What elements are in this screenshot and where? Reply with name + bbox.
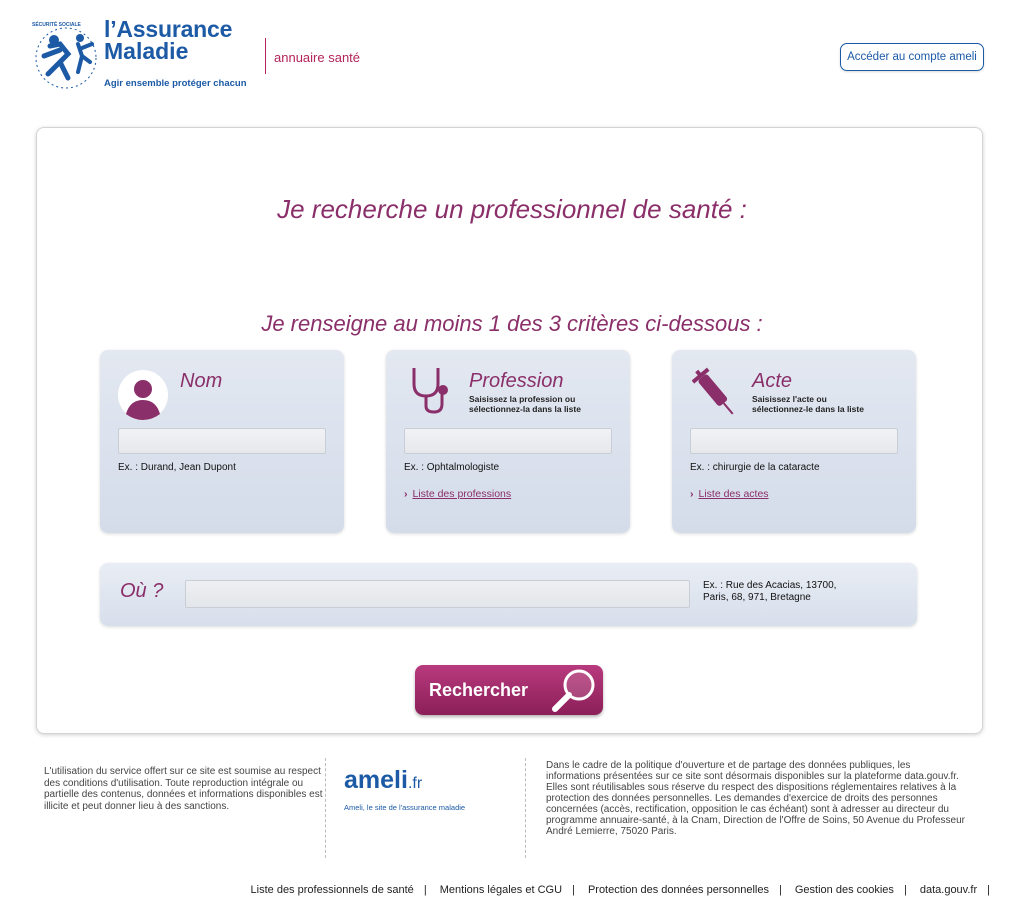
criterion-nom-title: Nom [180,370,223,392]
footer-legal-text: L'utilisation du service offert sur ce s… [44,766,323,812]
professions-list-link-label: Liste des professions [412,488,512,500]
page-title: Je recherche un professionnel de santé : [277,194,747,224]
footer-links: Liste des professionnels de santé | Menti… [0,884,1000,896]
profession-hint-line-1: Saisissez la profession ou [469,394,576,404]
professions-list-link[interactable]: › Liste des professions [404,488,511,500]
profession-input[interactable] [404,428,612,454]
criterion-profession: Profession Saisissez la profession ou sé… [386,350,630,533]
ameli-tagline: Ameli, le site de l'assurance maladie [344,803,466,812]
site-name: annuaire santé [274,50,361,65]
assurance-maladie-logo[interactable]: SÉCURITÉ SOCIALE l’Assurance Maladie Agi… [30,16,265,94]
where-example-line-2: Paris, 68, 971, Bretagne [703,592,811,603]
acte-input[interactable] [690,428,898,454]
footer-link-protection[interactable]: Protection des données personnelles [588,884,769,896]
logo-tagline: Agir ensemble protéger chacun [104,78,247,89]
profession-hint-line-2: sélectionnez-la dans la liste [469,404,581,414]
acte-example: Ex. : chirurgie de la cataracte [690,462,820,473]
profession-example: Ex. : Ophtalmologiste [404,462,500,473]
chevron-right-icon: › [690,488,694,500]
nom-example: Ex. : Durand, Jean Dupont [118,462,236,473]
acte-hint: Saisissez l'acte ou sélectionnez-le dans… [752,394,864,414]
account-button[interactable]: Accéder au compte ameli [840,43,984,71]
criterion-nom: Nom Ex. : Durand, Jean Dupont [100,350,344,533]
where-example: Ex. : Rue des Acacias, 13700, Paris, 68,… [703,580,893,604]
where-panel: Où ? Ex. : Rue des Acacias, 13700, Paris… [100,563,917,626]
footer-link-mentions[interactable]: Mentions légales et CGU [440,884,562,896]
logo-arc-text: SÉCURITÉ SOCIALE [32,22,81,28]
ameli-logo-text: ameli [344,766,408,794]
nom-input[interactable] [118,428,326,454]
criterion-profession-title: Profession [469,370,564,392]
person-icon [118,370,168,420]
search-button[interactable]: Rechercher [415,665,603,715]
criterion-acte-title: Acte [752,370,793,392]
ameli-logo[interactable]: ameli.fr [344,766,422,795]
footer-link-professionnels[interactable]: Liste des professionnels de santé [251,884,414,896]
header-divider [265,38,266,74]
assurance-maladie-logo-icon [35,27,97,89]
actes-list-link-label: Liste des actes [698,488,769,500]
footer-link-separator: | [903,884,907,896]
criterion-acte: Acte Saisissez l'acte ou sélectionnez-le… [672,350,916,533]
footer-link-separator: | [987,884,990,896]
footer-open-data-text: Dans le cadre de la politique d'ouvertur… [546,760,965,837]
where-input[interactable] [185,580,690,608]
page-subtitle: Je renseigne au moins 1 des 3 critères c… [261,311,763,336]
footer-link-separator: | [778,884,782,896]
search-button-label: Rechercher [429,680,529,700]
acte-hint-line-1: Saisissez l'acte ou [752,394,827,404]
where-example-line-1: Ex. : Rue des Acacias, 13700, [703,580,837,591]
where-label: Où ? [120,580,164,602]
footer-link-cookies[interactable]: Gestion des cookies [795,884,894,896]
actes-list-link[interactable]: › Liste des actes [690,488,769,500]
stethoscope-icon [412,368,448,414]
footer-link-separator: | [572,884,575,896]
footer-divider [325,758,327,858]
syringe-icon [692,367,734,415]
profession-hint: Saisissez la profession ou sélectionnez-… [469,394,581,414]
footer-link-datagouv[interactable]: data.gouv.fr [920,884,977,896]
magnifier-icon [552,669,595,712]
logo-line-2: Maladie [104,38,189,64]
footer-link-separator: | [423,884,427,896]
ameli-logo-suffix: .fr [407,775,423,792]
footer-divider [525,758,527,858]
chevron-right-icon: › [404,488,408,500]
acte-hint-line-2: sélectionnez-le dans la liste [752,404,864,414]
